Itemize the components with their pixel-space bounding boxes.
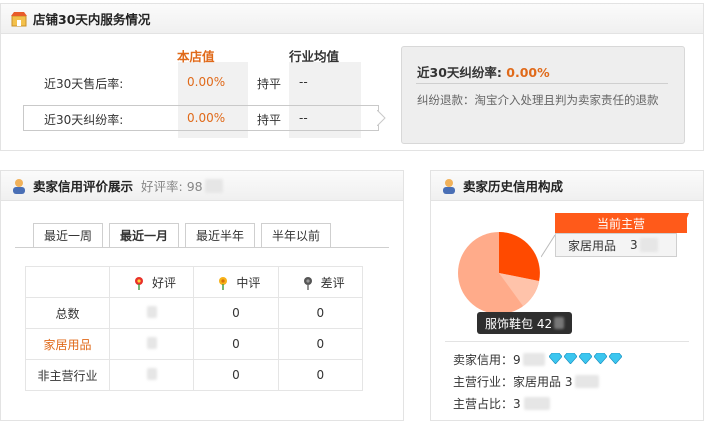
table-row: 非主营行业 0 0	[25, 359, 364, 391]
seller-avatar-icon	[441, 178, 457, 194]
diamond-icon	[563, 352, 578, 364]
header-bad: 差评	[277, 266, 364, 298]
row-label-non-main: 非主营行业	[25, 359, 110, 391]
cell-neutral: 0	[193, 297, 279, 329]
positive-rate: 好评率: 98	[141, 179, 203, 194]
cell-neutral: 0	[193, 328, 279, 360]
dispute-rate-compare: 持平	[257, 113, 282, 127]
header-neutral: 中评	[193, 266, 279, 298]
bad-flower-icon	[303, 277, 312, 290]
seller-credit-line: 卖家信用： 9	[453, 351, 624, 368]
service-panel-header: 店铺30天内服务情况	[1, 4, 703, 34]
dispute-detail-title: 近30天纠纷率: 0.00%	[417, 65, 550, 80]
credit-panel: 卖家信用评价展示 好评率: 98 最近一周 最近一月 最近半年 半年以前 好评 …	[0, 170, 404, 421]
dispute-detail-box: 近30天纠纷率: 0.00% 纠纷退款：淘宝介入处理且判为卖家责任的退款	[401, 46, 685, 144]
diamond-icon	[578, 352, 593, 364]
main-industry-line: 主营行业： 家居用品 3	[453, 373, 600, 390]
tab-last-half-year[interactable]: 最近半年	[185, 223, 256, 247]
dispute-rate-label: 近30天纠纷率:	[44, 113, 124, 127]
period-tabs: 最近一周 最近一月 最近半年 半年以前	[33, 223, 337, 247]
blurred-value	[146, 367, 157, 380]
credit-panel-header: 卖家信用评价展示 好评率: 98	[1, 171, 403, 201]
cell-bad: 0	[277, 359, 364, 391]
credit-history-panel: 卖家历史信用构成 当前主营 家居用品 3 服饰鞋包 42 卖家信用： 9 主营行…	[430, 170, 704, 421]
table-row: 总数 0 0	[25, 297, 364, 329]
row-pointer-arrow	[377, 110, 386, 126]
row-label-total: 总数	[25, 297, 110, 329]
credit-panel-title: 卖家信用评价展示	[33, 179, 134, 194]
main-category-box: 家居用品 3	[555, 233, 677, 257]
service-panel-title: 店铺30天内服务情况	[33, 12, 151, 27]
seller-avatar-icon	[11, 178, 27, 194]
blurred-value	[575, 375, 600, 388]
table-row: 家居用品 0 0	[25, 328, 364, 360]
neutral-flower-icon	[219, 277, 228, 290]
dispute-rate-value: 0.00%	[187, 111, 226, 125]
cell-bad: 0	[277, 297, 364, 329]
blurred-value	[146, 336, 157, 349]
after-sale-rate-label: 近30天售后率:	[44, 77, 124, 91]
diamond-icons	[548, 352, 624, 367]
tab-last-month[interactable]: 最近一月	[109, 223, 180, 247]
blurred-value	[522, 353, 545, 366]
blurred-value	[204, 178, 223, 193]
store-value-header: 本店值	[177, 49, 215, 64]
dispute-detail-desc: 纠纷退款：淘宝介入处理且判为卖家责任的退款	[417, 93, 659, 107]
credit-history-header: 卖家历史信用构成	[431, 171, 703, 201]
table-header-row: 好评 中评 差评	[25, 266, 364, 298]
pie-tooltip: 服饰鞋包 42	[477, 312, 573, 334]
current-main-label: 当前主营	[555, 213, 687, 233]
credit-history-title: 卖家历史信用构成	[463, 179, 564, 194]
tab-before-half-year[interactable]: 半年以前	[261, 223, 332, 247]
industry-avg-header: 行业均值	[289, 49, 340, 64]
dispute-detail-value: 0.00%	[506, 65, 550, 80]
credit-pie-chart	[458, 232, 540, 314]
blurred-value	[639, 238, 658, 252]
row-label-main-category[interactable]: 家居用品	[25, 328, 110, 360]
store-icon	[11, 11, 27, 27]
blurred-value	[523, 397, 550, 410]
after-sale-rate-value: 0.00%	[187, 75, 226, 89]
main-share-line: 主营占比： 3	[453, 395, 550, 412]
diamond-icon	[548, 352, 563, 364]
tab-last-week[interactable]: 最近一周	[33, 223, 104, 247]
pie-slice-main	[499, 232, 540, 281]
cell-bad: 0	[277, 328, 364, 360]
diamond-icon	[593, 352, 608, 364]
dispute-rate-industry: --	[299, 111, 308, 125]
service-panel: 店铺30天内服务情况 本店值 行业均值 近30天售后率: 0.00% 持平 --…	[0, 3, 704, 151]
after-sale-rate-industry: --	[299, 75, 308, 89]
good-flower-icon	[135, 277, 143, 290]
header-good: 好评	[108, 266, 195, 298]
credit-table: 好评 中评 差评 总数 0 0 家居用品 0 0 非主营行业 0 0	[25, 266, 364, 391]
blurred-value	[146, 305, 157, 318]
cell-neutral: 0	[193, 359, 279, 391]
after-sale-rate-compare: 持平	[257, 77, 282, 91]
diamond-icon	[608, 352, 623, 364]
